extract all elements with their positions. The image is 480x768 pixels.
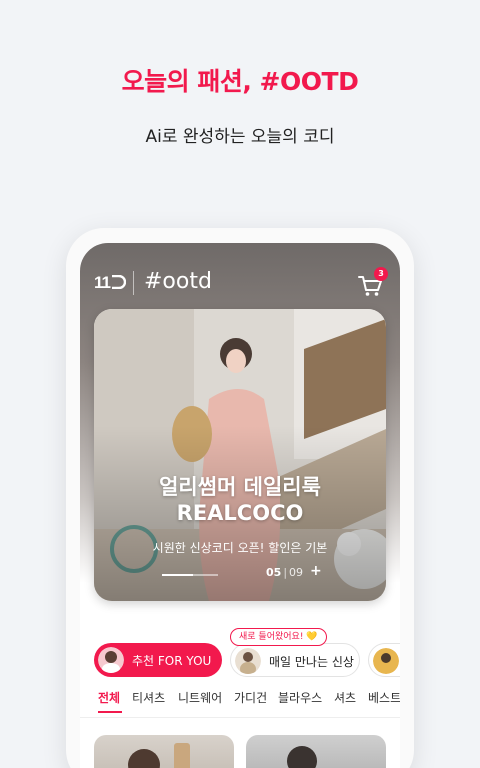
tab-blouse[interactable]: 블라우스 <box>278 689 322 706</box>
logo-text: 11 <box>94 273 111 292</box>
product-card[interactable] <box>246 735 386 768</box>
product-card-photo <box>287 746 317 768</box>
banner-more-button[interactable]: + <box>310 563 322 579</box>
tab-all[interactable]: 전체 <box>98 689 120 706</box>
recommend-thumbnail <box>98 647 124 673</box>
eleven-street-logo[interactable]: 11 <box>94 273 127 293</box>
app-title: #ootd <box>144 269 212 294</box>
banner-title-line2: REALCOCO <box>176 501 304 525</box>
tab-best[interactable]: 베스트 <box>368 689 400 706</box>
pager-separator: | <box>283 566 288 579</box>
app-screen: 11 #ootd 3 얼리썸머 데일리룩 REALCOCO 시원한 신상코디 오… <box>80 243 400 768</box>
promo-subline: Ai로 완성하는 오늘의 코디 <box>145 127 335 147</box>
tab-knitwear[interactable]: 니트웨어 <box>178 689 222 706</box>
category-tabs: 전체 티셔츠 니트웨어 가디건 블라우스 셔츠 베스트 <box>94 689 400 715</box>
pager-current: 05 <box>266 566 282 579</box>
tab-tshirts[interactable]: 티셔츠 <box>132 689 165 706</box>
product-card[interactable] <box>94 735 234 768</box>
promo-headline: 오늘의 패션, #OOTD <box>121 67 359 96</box>
banner-title-line1: 얼리썸머 데일리룩 <box>159 475 321 499</box>
next-chip-thumbnail <box>373 648 399 674</box>
new-arrivals-thumbnail <box>235 648 261 674</box>
next-chip[interactable] <box>368 643 400 677</box>
active-tab-indicator <box>98 711 122 713</box>
banner-pager: 05 | 09 <box>266 566 303 579</box>
banner-progress-fill <box>162 574 194 576</box>
tab-cardigan[interactable]: 가디건 <box>234 689 267 706</box>
tabs-divider <box>80 717 400 718</box>
product-card-photo <box>128 743 190 768</box>
new-arrivals-tooltip: 새로 들어왔어요! 💛 <box>230 628 327 646</box>
recommend-for-you-chip[interactable]: 추천 FOR YOU <box>94 643 222 677</box>
banner-subtitle: 시원한 신상코디 오픈! 할인은 기본 <box>152 541 328 555</box>
recommend-chip-label: 추천 FOR YOU <box>132 654 212 668</box>
logo-divider <box>133 271 134 295</box>
banner-progress-track <box>162 574 218 576</box>
tab-shirts[interactable]: 셔츠 <box>334 689 356 706</box>
pager-total: 09 <box>289 566 304 579</box>
daily-new-arrivals-chip[interactable]: 매일 만나는 신상 <box>230 643 360 677</box>
cart-count-badge: 3 <box>374 267 388 281</box>
logo-mark-icon <box>111 274 127 290</box>
banner-shade <box>94 309 386 601</box>
new-arrivals-chip-label: 매일 만나는 신상 <box>269 655 354 669</box>
banner-card[interactable]: 얼리썸머 데일리룩 REALCOCO 시원한 신상코디 오픈! 할인은 기본 0… <box>94 309 386 601</box>
